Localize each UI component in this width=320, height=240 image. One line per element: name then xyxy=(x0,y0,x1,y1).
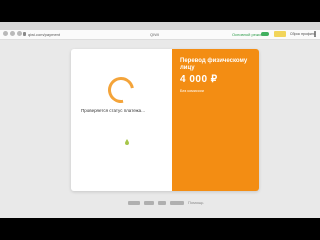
transfer-title: Перевод физическому лицу xyxy=(180,58,248,71)
logo-icon xyxy=(170,201,184,205)
drop-icon xyxy=(125,139,129,145)
payment-summary-panel: Перевод физическому лицу 4 000 ₽ Без ком… xyxy=(172,49,259,191)
lock-icon xyxy=(23,32,26,36)
navigation-controls xyxy=(3,31,22,36)
back-icon[interactable] xyxy=(3,31,8,36)
tab-strip xyxy=(0,22,320,30)
highlight-badge[interactable] xyxy=(274,31,286,37)
logo-icon xyxy=(158,201,166,205)
fee-text: Без комиссии xyxy=(180,89,204,93)
user-chip[interactable]: Сброс профиля xyxy=(290,31,316,38)
address-bar: qiwi.com/payment QIWI Основной режим Сбр… xyxy=(0,30,320,40)
logo-icon xyxy=(128,201,140,205)
url-field[interactable]: qiwi.com/payment xyxy=(28,31,60,38)
reload-icon[interactable] xyxy=(17,31,22,36)
payment-card: Проверяется статус платежа... Перевод фи… xyxy=(71,49,259,191)
page-title: QIWI xyxy=(150,32,160,37)
payment-amount: 4 000 ₽ xyxy=(180,74,218,85)
payment-status-panel: Проверяется статус платежа... xyxy=(71,49,172,191)
toggle-switch[interactable] xyxy=(261,32,269,36)
logo-icon xyxy=(144,201,154,205)
browser-window: qiwi.com/payment QIWI Основной режим Сбр… xyxy=(0,22,320,218)
payment-status-text: Проверяется статус платежа... xyxy=(81,108,145,113)
payment-system-logos xyxy=(128,201,184,205)
loading-spinner-icon xyxy=(102,71,140,109)
menu-icon[interactable] xyxy=(313,31,317,37)
footer-link[interactable]: Помощь xyxy=(188,200,203,205)
status-badge[interactable]: Основной режим xyxy=(232,31,264,38)
forward-icon[interactable] xyxy=(10,31,15,36)
